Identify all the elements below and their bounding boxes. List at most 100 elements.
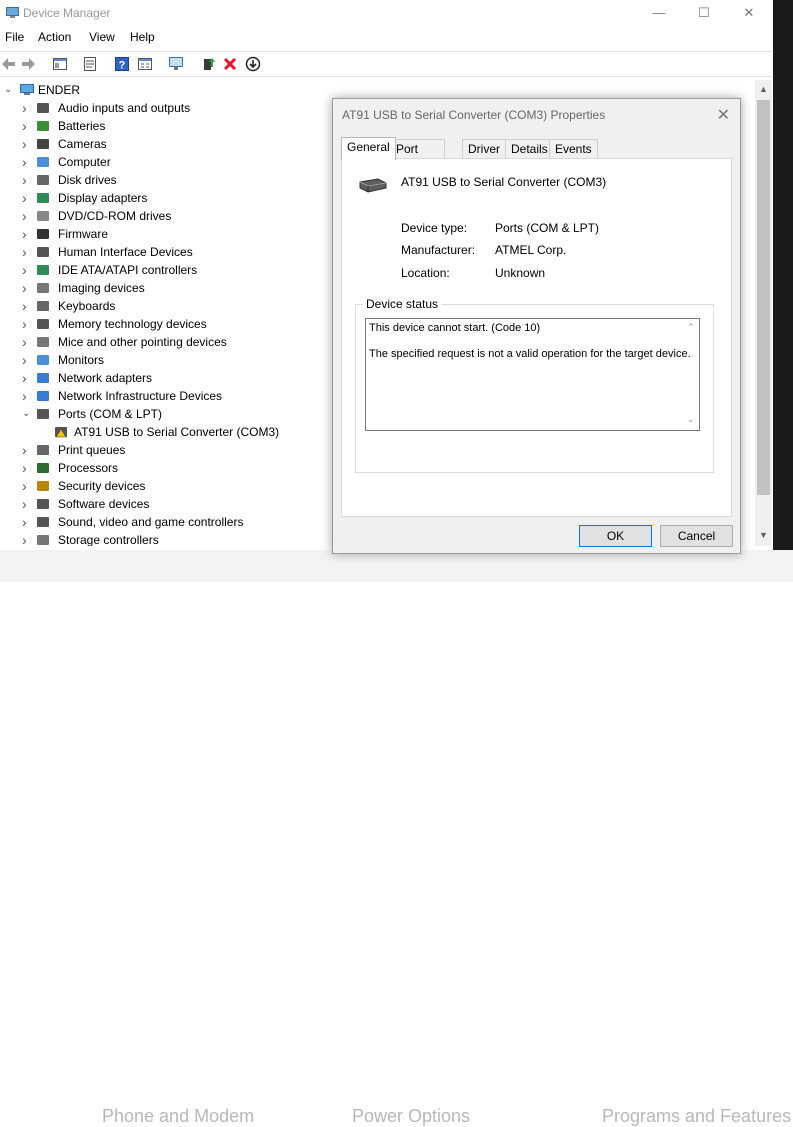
scrollbar-thumb[interactable] [757,100,770,495]
processor-icon [37,463,49,473]
imaging-icon [37,283,49,293]
chevron-right-icon[interactable]: › [22,441,34,459]
chevron-right-icon[interactable]: › [22,495,34,513]
chevron-right-icon[interactable]: › [22,189,34,207]
tree-item-label: Cameras [58,137,107,151]
status-scroll-down-icon[interactable]: ⌄ [687,414,695,425]
chevron-down-icon[interactable]: ⌄ [4,81,16,99]
menu-file[interactable]: File [5,30,24,44]
update-driver-icon[interactable] [201,56,217,72]
chevron-right-icon[interactable]: › [22,297,34,315]
device-name: AT91 USB to Serial Converter (COM3) [401,175,607,189]
mouse-icon [37,337,49,347]
menu-view[interactable]: View [89,30,115,44]
keyboard-icon [37,301,49,311]
chevron-right-icon[interactable]: › [22,477,34,495]
chevron-right-icon[interactable]: › [22,135,34,153]
view-icon[interactable] [137,56,153,72]
show-hide-tree-icon[interactable] [52,56,68,72]
scroll-up-arrow-icon[interactable]: ▲ [759,84,768,94]
device-status-group: Device status This device cannot start. … [355,297,714,473]
tree-item-label: Ports (COM & LPT) [58,407,163,421]
help-icon[interactable]: ? [114,56,130,72]
properties-icon[interactable] [82,56,98,72]
forward-arrow-icon[interactable] [20,56,36,72]
properties-dialog: AT91 USB to Serial Converter (COM3) Prop… [332,98,741,554]
chevron-right-icon[interactable]: › [22,387,34,405]
back-arrow-icon[interactable] [1,56,17,72]
chevron-right-icon[interactable]: › [22,153,34,171]
tree-item-label: Memory technology devices [58,317,207,331]
ghost-label-power-options: Power Options [352,1106,471,1126]
chevron-right-icon[interactable]: › [22,225,34,243]
disable-device-icon[interactable] [245,56,261,72]
tree-item-label: Print queues [58,443,126,457]
chevron-right-icon[interactable]: › [22,369,34,387]
chevron-right-icon[interactable]: › [22,459,34,477]
chevron-right-icon[interactable]: › [22,261,34,279]
chevron-right-icon[interactable]: › [22,333,34,351]
chevron-right-icon[interactable]: › [22,351,34,369]
memory-icon [37,319,49,329]
chevron-right-icon[interactable]: › [22,171,34,189]
tab-events[interactable]: Events [549,139,598,159]
chevron-right-icon[interactable]: › [22,207,34,225]
uninstall-device-icon[interactable] [222,56,238,72]
tab-details[interactable]: Details [505,139,554,159]
location-label: Location: [401,266,450,280]
chevron-right-icon[interactable]: › [22,513,34,531]
menu-help[interactable]: Help [130,30,155,44]
tree-item-label: Imaging devices [58,281,145,295]
disk-icon [37,175,49,185]
ghost-label-programs-features: Programs and Features [602,1106,792,1126]
tab-port-settings[interactable]: Port Settings [390,139,446,175]
chevron-right-icon[interactable]: › [22,279,34,297]
general-tab-panel: AT91 USB to Serial Converter (COM3) Devi… [341,158,732,517]
chevron-right-icon[interactable]: › [22,117,34,135]
camera-icon [37,139,49,149]
chevron-down-icon[interactable]: ⌄ [22,405,34,423]
scroll-down-arrow-icon[interactable]: ▼ [759,530,768,540]
firmware-icon [37,229,49,239]
cancel-button[interactable]: Cancel [660,525,733,547]
tree-item-label: Firmware [58,227,108,241]
status-scrollbar[interactable]: ⌃ ⌄ [684,319,699,430]
tree-item-label: Network adapters [58,371,153,385]
tree-item-label: Sound, video and game controllers [58,515,244,529]
tab-general[interactable]: General [341,137,396,160]
tree-item-label: Keyboards [58,299,116,313]
status-scroll-up-icon[interactable]: ⌃ [687,322,695,333]
battery-icon [37,121,49,131]
chevron-right-icon[interactable]: › [22,243,34,261]
tab-driver[interactable]: Driver [462,139,506,159]
chevron-right-icon[interactable]: › [22,315,34,333]
security-icon [37,481,49,491]
hid-icon [37,247,49,257]
dialog-close-icon[interactable]: ✕ [717,105,730,125]
tree-item-label: IDE ATA/ATAPI controllers [58,263,198,277]
device-status-title: Device status [363,297,442,311]
serial-port-icon [359,178,387,193]
chevron-right-icon[interactable]: › [22,531,34,546]
ok-button[interactable]: OK [579,525,652,547]
tree-item-label: Monitors [58,353,105,367]
computer-root-icon [20,84,34,95]
menu-action[interactable]: Action [38,30,71,44]
status-line-code: This device cannot start. (Code 10) [369,322,541,334]
device-status-textbox[interactable]: This device cannot start. (Code 10) The … [365,318,700,431]
minimize-button[interactable]: — [636,2,682,24]
device-manager-app-icon [6,7,19,18]
tree-scrollbar[interactable]: ▲ ▼ [755,80,772,546]
tree-item-label: Disk drives [58,173,117,187]
device-type-label: Device type: [401,221,468,235]
close-button[interactable]: ✕ [726,2,772,24]
maximize-button[interactable]: ☐ [681,2,727,24]
background-window-edge [773,0,793,582]
tree-item-label: Audio inputs and outputs [58,101,191,115]
storage-icon [37,535,49,545]
scan-hardware-icon[interactable] [168,56,184,72]
warning-port-icon [55,427,67,438]
window-title: Device Manager [23,6,111,20]
tree-item-label: Network Infrastructure Devices [58,389,223,403]
chevron-right-icon[interactable]: › [22,99,34,117]
